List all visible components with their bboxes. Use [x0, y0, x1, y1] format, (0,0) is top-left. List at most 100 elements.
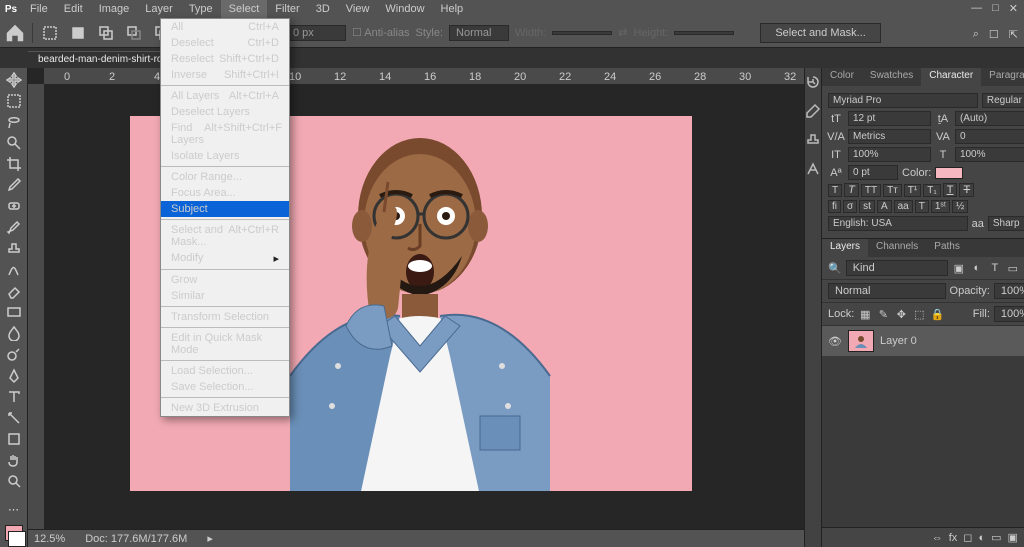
chevron-right-icon[interactable]: ▸	[207, 532, 213, 545]
font-family-select[interactable]: Myriad Pro	[828, 93, 978, 108]
tracking-input[interactable]: 0	[955, 129, 1024, 144]
marquee-tool[interactable]	[3, 91, 25, 110]
pen-tool[interactable]	[3, 366, 25, 385]
tab-character[interactable]: Character	[921, 68, 981, 86]
menu-item-subject[interactable]: Subject	[161, 201, 289, 217]
ot-o[interactable]: σ	[843, 200, 857, 213]
group-icon[interactable]: ▭	[991, 531, 1001, 544]
glyphs-icon[interactable]	[805, 161, 821, 180]
antialias-select[interactable]: Sharp	[988, 216, 1024, 231]
menu-item-select-and-mask-[interactable]: Select and Mask...Alt+Ctrl+R	[161, 222, 289, 250]
window-controls[interactable]: — □ ✕	[971, 2, 1018, 15]
link-icon[interactable]: ⇔	[932, 532, 943, 544]
home-button[interactable]	[4, 22, 26, 44]
filter-adj-icon[interactable]: ◐	[970, 261, 984, 275]
layer-name[interactable]: Layer 0	[880, 335, 917, 347]
mask-icon[interactable]: ◻	[963, 531, 972, 544]
select-and-mask-button[interactable]: Select and Mask...	[760, 23, 881, 43]
lock-pos-icon[interactable]: ✥	[894, 307, 908, 321]
menu-item-inverse[interactable]: InverseShift+Ctrl+I	[161, 67, 289, 83]
lock-paint-icon[interactable]: ✎	[876, 307, 890, 321]
edit-toolbar[interactable]: ⋯	[3, 500, 25, 519]
menu-type[interactable]: Type	[181, 0, 221, 18]
lock-nest-icon[interactable]: ⬚	[912, 307, 926, 321]
eyedropper-tool[interactable]	[3, 176, 25, 195]
sel-sub-icon[interactable]	[123, 22, 145, 44]
type-tool[interactable]	[3, 387, 25, 406]
menu-item-color-range-[interactable]: Color Range...	[161, 169, 289, 185]
leading-input[interactable]: (Auto)	[955, 111, 1024, 126]
menu-image[interactable]: Image	[91, 0, 138, 18]
hand-tool[interactable]	[3, 451, 25, 470]
menu-item-load-selection-[interactable]: Load Selection...	[161, 363, 289, 379]
marquee-tool-icon[interactable]	[39, 22, 61, 44]
menu-item-edit-in-quick-mask-mode[interactable]: Edit in Quick Mask Mode	[161, 330, 289, 358]
quick-select-tool[interactable]	[3, 133, 25, 152]
menu-item-all[interactable]: AllCtrl+A	[161, 19, 289, 35]
baseline-input[interactable]: 0 pt	[848, 165, 898, 180]
font-size-input[interactable]: 12 pt	[848, 111, 931, 126]
layer-row[interactable]: 👁 Layer 0	[822, 326, 1024, 356]
tab-layers[interactable]: Layers	[822, 239, 868, 257]
filter-type-icon[interactable]: T	[988, 261, 1002, 275]
menu-item-find-layers[interactable]: Find LayersAlt+Shift+Ctrl+F	[161, 120, 289, 148]
blend-mode-select[interactable]: Normal	[828, 283, 946, 299]
allcaps-button[interactable]: TT	[861, 184, 881, 197]
brush-tool[interactable]	[3, 218, 25, 237]
menu-item-focus-area-[interactable]: Focus Area...	[161, 185, 289, 201]
path-tool[interactable]	[3, 408, 25, 427]
new-layer-icon[interactable]: ▣	[1008, 531, 1018, 544]
stamp-tool[interactable]	[3, 239, 25, 258]
layer-list[interactable]: 👁 Layer 0	[822, 326, 1024, 527]
menu-file[interactable]: File	[22, 0, 56, 18]
ot-T1[interactable]: T	[915, 200, 929, 213]
zoom-readout[interactable]: 12.5%	[34, 533, 65, 545]
clone-icon[interactable]	[805, 132, 821, 151]
kerning-select[interactable]: Metrics	[848, 129, 931, 144]
filter-pixel-icon[interactable]: ▣	[952, 261, 966, 275]
zoom-tool[interactable]	[3, 472, 25, 491]
adjust-icon[interactable]: ◐	[978, 532, 985, 544]
menu-filter[interactable]: Filter	[267, 0, 307, 18]
tab-paths[interactable]: Paths	[926, 239, 968, 257]
eraser-tool[interactable]	[3, 281, 25, 300]
move-tool[interactable]	[3, 70, 25, 89]
sel-add-icon[interactable]	[95, 22, 117, 44]
italic-button[interactable]: T	[844, 183, 859, 197]
crop-tool[interactable]	[3, 155, 25, 174]
layer-thumbnail[interactable]	[848, 330, 874, 352]
hscale-input[interactable]: 100%	[955, 147, 1024, 162]
ot-1st[interactable]: 1ˢᵗ	[931, 200, 950, 213]
underline-button[interactable]: T	[943, 183, 958, 197]
close-icon[interactable]: ✕	[1009, 2, 1018, 15]
minimize-icon[interactable]: —	[971, 2, 982, 15]
search-icon[interactable]: ⌕	[973, 28, 979, 41]
menu-window[interactable]: Window	[377, 0, 432, 18]
tab-swatches[interactable]: Swatches	[862, 68, 921, 86]
history-icon[interactable]	[805, 74, 821, 93]
background-color[interactable]	[8, 531, 26, 547]
filter-kind-select[interactable]: Kind	[846, 260, 948, 276]
menu-layer[interactable]: Layer	[137, 0, 181, 18]
strike-button[interactable]: T	[959, 183, 974, 197]
tab-paragraph[interactable]: Paragraph	[981, 68, 1024, 86]
menu-view[interactable]: View	[338, 0, 378, 18]
subscript-button[interactable]: T₁	[923, 184, 940, 197]
gradient-tool[interactable]	[3, 303, 25, 322]
dodge-tool[interactable]	[3, 345, 25, 364]
superscript-button[interactable]: T¹	[904, 184, 921, 197]
menu-item-deselect-layers[interactable]: Deselect Layers	[161, 104, 289, 120]
style-select[interactable]: Normal	[449, 25, 509, 41]
lock-trans-icon[interactable]: ▦	[858, 307, 872, 321]
language-select[interactable]: English: USA	[828, 216, 968, 231]
ot-st[interactable]: st	[859, 200, 875, 213]
font-style-select[interactable]: Regular	[982, 93, 1024, 108]
sel-new-icon[interactable]	[67, 22, 89, 44]
feather-input[interactable]: 0 px	[286, 25, 346, 41]
select-menu-dropdown[interactable]: AllCtrl+ADeselectCtrl+DReselectShift+Ctr…	[160, 18, 290, 417]
arrange-icon[interactable]: ⇱	[1009, 28, 1018, 41]
ot-ad[interactable]: aa	[894, 200, 913, 213]
menu-edit[interactable]: Edit	[56, 0, 91, 18]
menu-select[interactable]: Select	[221, 0, 268, 18]
ot-fi[interactable]: fi	[828, 200, 841, 213]
